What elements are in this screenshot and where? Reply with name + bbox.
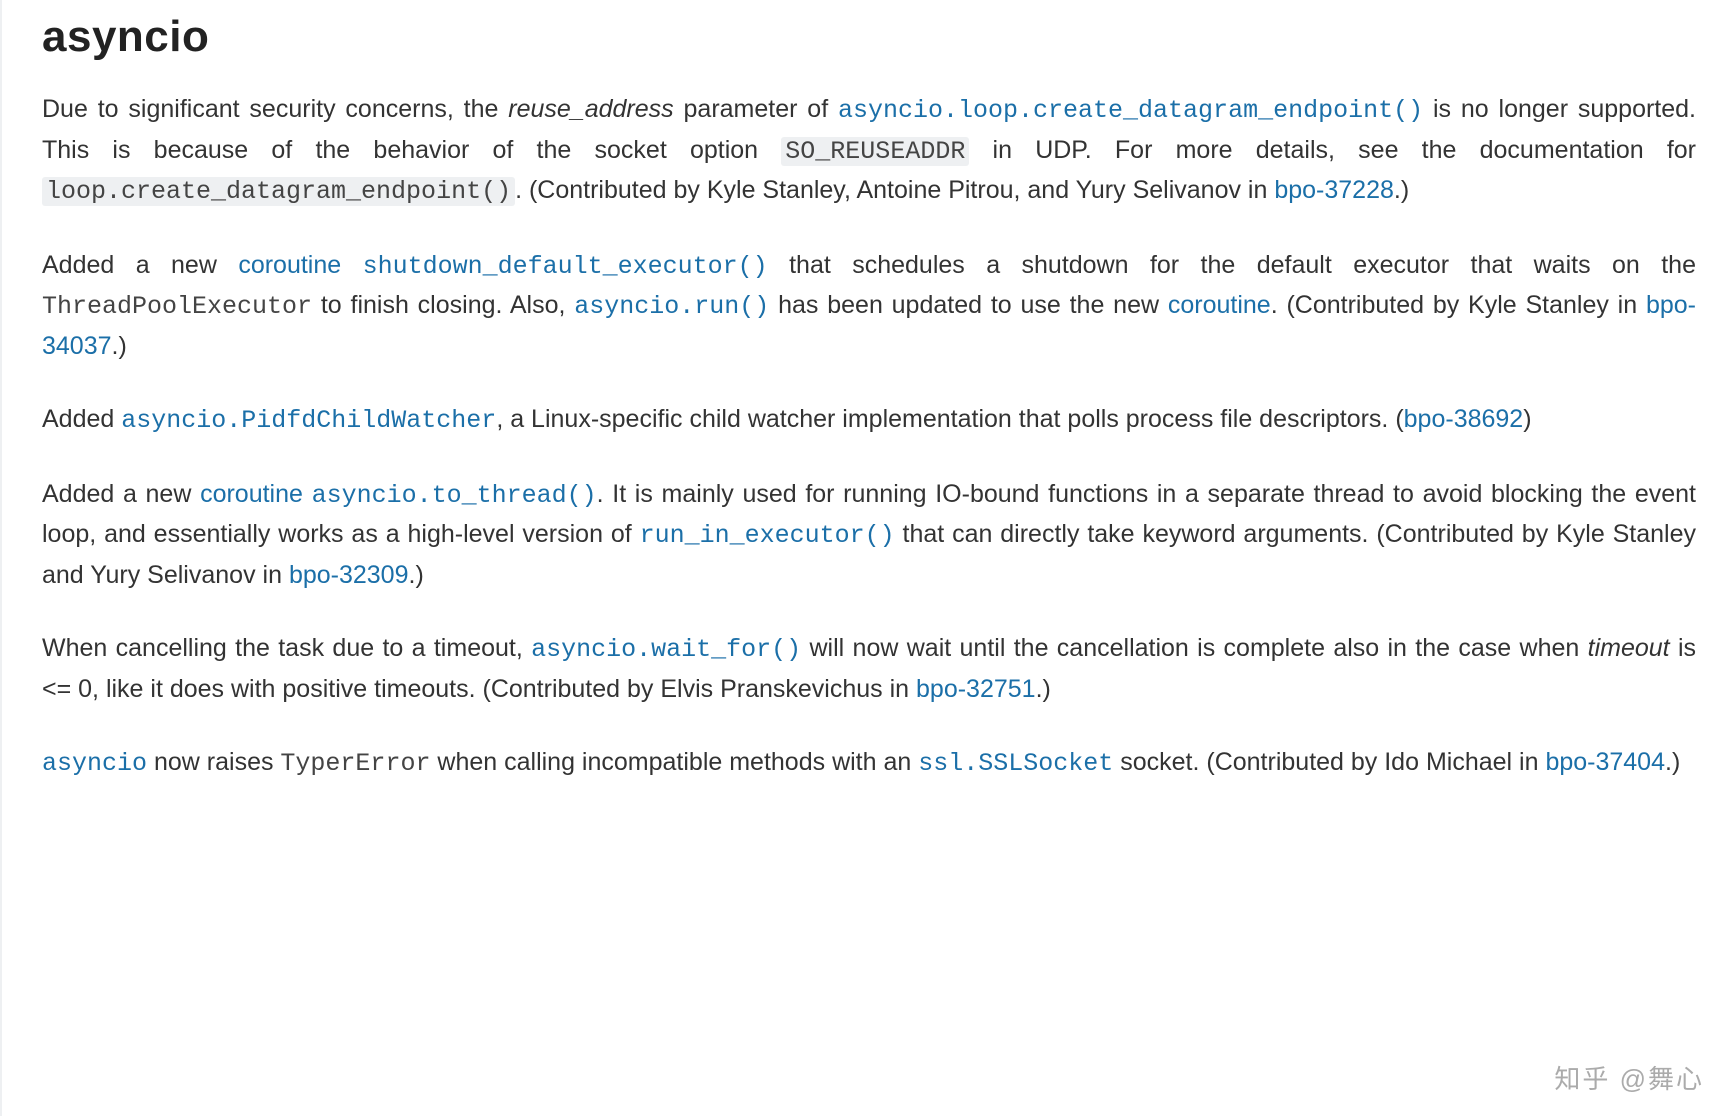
text: When cancelling the task due to a timeou… (42, 634, 531, 662)
text: Due to significant security concerns, th… (42, 95, 508, 123)
text: will now wait until the cancellation is … (801, 634, 1587, 662)
text: socket. (Contributed by Ido Michael in (1113, 748, 1545, 776)
text: ) (1523, 405, 1531, 433)
text: .) (1394, 176, 1409, 204)
code-link-asyncio-run[interactable]: asyncio.run() (574, 292, 769, 321)
link-coroutine-2[interactable]: coroutine (1168, 291, 1271, 319)
param-reuse-address: reuse_address (508, 95, 673, 123)
code-loop-create-datagram-endpoint: loop.create_datagram_endpoint() (42, 177, 515, 206)
paragraph-wait-for-timeout: When cancelling the task due to a timeou… (42, 629, 1696, 709)
code-link-pidfdchildwatcher[interactable]: asyncio.PidfdChildWatcher (121, 406, 496, 435)
code-typererror: TyperError (280, 749, 430, 778)
section-heading-asyncio: asyncio (42, 12, 1696, 62)
text: to finish closing. Also, (312, 291, 574, 319)
document-page: asyncio Due to significant security conc… (0, 0, 1736, 1116)
link-bpo-38692[interactable]: bpo-38692 (1404, 405, 1524, 433)
link-bpo-37404[interactable]: bpo-37404 (1545, 748, 1665, 776)
link-bpo-37228[interactable]: bpo-37228 (1274, 176, 1394, 204)
paragraph-pidfd-childwatcher: Added asyncio.PidfdChildWatcher, a Linux… (42, 400, 1696, 441)
code-link-ssl-sslsocket[interactable]: ssl.SSLSocket (918, 749, 1113, 778)
text: now raises (147, 748, 280, 776)
zhihu-watermark: 知乎 @舞心 (1554, 1059, 1704, 1096)
text (303, 480, 312, 508)
text: in UDP. For more details, see the docume… (969, 136, 1696, 164)
code-link-run-in-executor[interactable]: run_in_executor() (640, 521, 895, 550)
text: parameter of (674, 95, 838, 123)
text: .) (1665, 748, 1680, 776)
code-link-shutdown-default-executor[interactable]: shutdown_default_executor() (363, 252, 768, 281)
link-bpo-32309[interactable]: bpo-32309 (289, 561, 409, 589)
paragraph-shutdown-default-executor: Added a new coroutine shutdown_default_e… (42, 246, 1696, 367)
code-link-asyncio-wait-for[interactable]: asyncio.wait_for() (531, 635, 801, 664)
param-timeout: timeout (1588, 634, 1670, 662)
text: .) (112, 332, 127, 360)
code-link-asyncio-to-thread[interactable]: asyncio.to_thread() (312, 481, 597, 510)
code-so-reuseaddr: SO_REUSEADDR (781, 137, 969, 166)
text: .) (1036, 675, 1051, 703)
paragraph-to-thread: Added a new coroutine asyncio.to_thread(… (42, 475, 1696, 596)
text: . (Contributed by Kyle Stanley, Antoine … (515, 176, 1274, 204)
code-threadpoolexecutor: ThreadPoolExecutor (42, 292, 312, 321)
link-coroutine[interactable]: coroutine (238, 251, 341, 279)
text: . (Contributed by Kyle Stanley in (1271, 291, 1646, 319)
paragraph-typererror-ssl: asyncio now raises TyperError when calli… (42, 743, 1696, 784)
text (341, 251, 362, 279)
paragraph-reuse-address: Due to significant security concerns, th… (42, 90, 1696, 212)
text: that schedules a shutdown for the defaul… (768, 251, 1696, 279)
text: Added a new (42, 251, 238, 279)
text: Added (42, 405, 121, 433)
text: , a Linux-specific child watcher impleme… (496, 405, 1403, 433)
link-coroutine-3[interactable]: coroutine (200, 480, 303, 508)
text: .) (409, 561, 424, 589)
text: Added a new (42, 480, 200, 508)
code-link-create-datagram-endpoint[interactable]: asyncio.loop.create_datagram_endpoint() (838, 96, 1423, 125)
link-bpo-32751[interactable]: bpo-32751 (916, 675, 1036, 703)
text: when calling incompatible methods with a… (430, 748, 918, 776)
code-link-asyncio[interactable]: asyncio (42, 749, 147, 778)
text: has been updated to use the new (769, 291, 1168, 319)
